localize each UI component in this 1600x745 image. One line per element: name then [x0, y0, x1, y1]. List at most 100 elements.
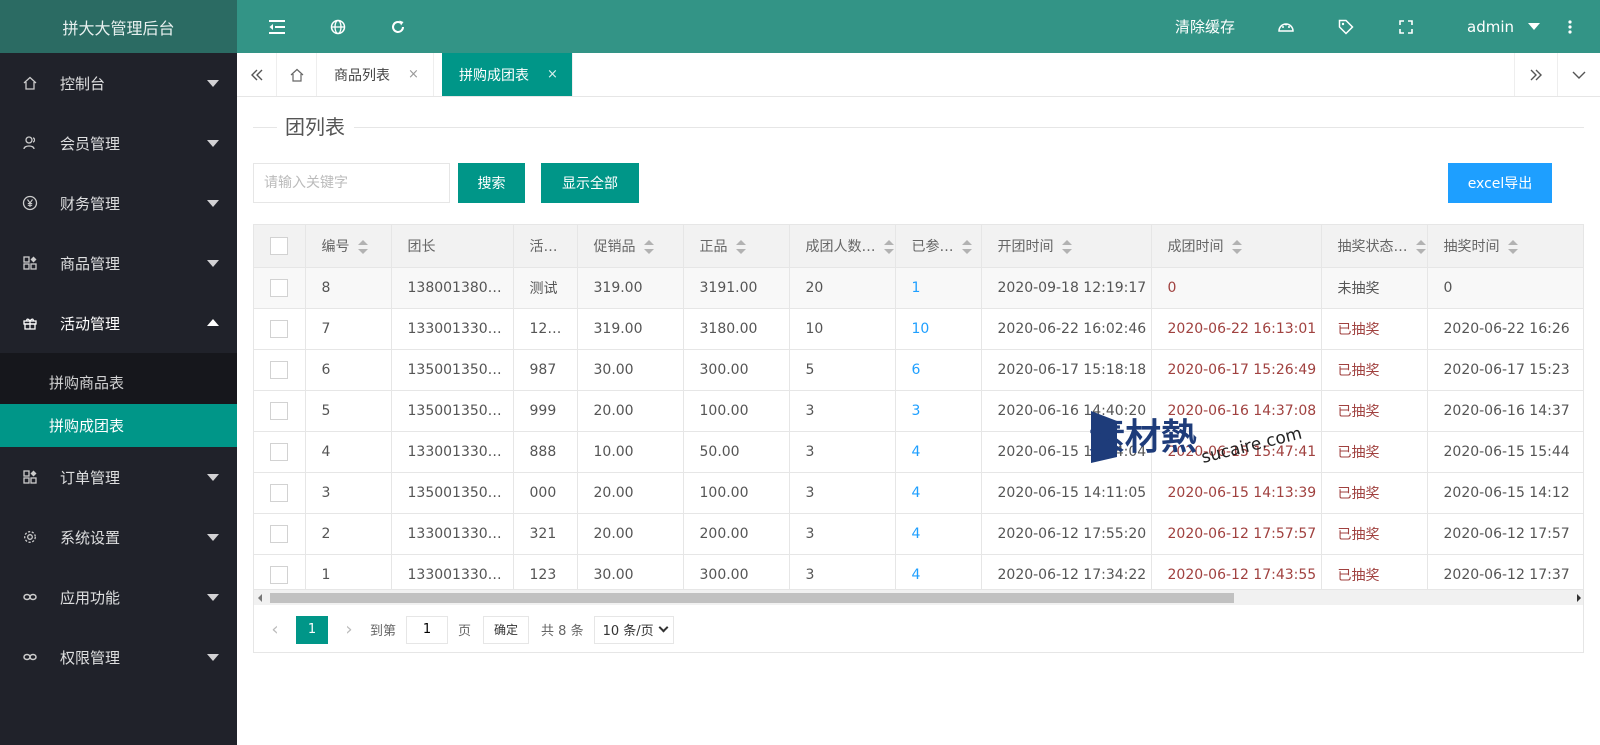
sidebar-item-permissions[interactable]: 权限管理 [0, 627, 237, 687]
table-cell: 3191.00 [683, 267, 790, 309]
home-tab-icon[interactable] [277, 53, 317, 96]
column-header[interactable]: 成团时间 [1151, 225, 1322, 268]
select-all-checkbox-cell[interactable] [254, 225, 306, 268]
table-cell: 20.00 [577, 513, 684, 555]
search-input[interactable] [253, 163, 450, 203]
sidebar-item-activities[interactable]: 活动管理 [0, 293, 237, 353]
checkbox[interactable] [270, 319, 288, 338]
checkbox[interactable] [270, 278, 288, 297]
goto-confirm-button[interactable]: 确定 [483, 615, 530, 644]
table-cell: 4 [895, 513, 982, 555]
page-size-select[interactable]: 10 条/页 [593, 615, 674, 644]
sort-icon[interactable] [1507, 239, 1518, 254]
close-icon[interactable]: × [408, 67, 419, 82]
sidebar-item-finance[interactable]: 财务管理 [0, 173, 237, 233]
fullscreen-icon[interactable] [1376, 0, 1436, 53]
checkbox[interactable] [270, 524, 288, 543]
column-header[interactable]: 开团时间 [981, 225, 1152, 268]
sort-icon[interactable] [643, 239, 654, 254]
sidebar-item-products[interactable]: 商品管理 [0, 233, 237, 293]
row-checkbox-cell[interactable] [254, 349, 306, 391]
sort-icon[interactable] [1231, 239, 1242, 254]
sort-icon[interactable] [1061, 239, 1072, 254]
sidebar-item-orders[interactable]: 订单管理 [0, 447, 237, 507]
sort-icon[interactable] [1415, 239, 1426, 254]
page-button-current[interactable]: 1 [296, 615, 328, 644]
sort-icon[interactable] [961, 239, 972, 254]
row-checkbox-cell[interactable] [254, 513, 306, 555]
checkbox[interactable] [270, 401, 288, 420]
submenu-item-group-formed[interactable]: 拼购成团表 [0, 404, 237, 447]
column-header[interactable]: 已参… [895, 225, 982, 268]
horizontal-scrollbar[interactable] [254, 589, 1583, 605]
tabs-scroll-left-icon[interactable] [237, 53, 277, 96]
close-icon[interactable]: × [547, 67, 558, 82]
row-checkbox-cell[interactable] [254, 431, 306, 473]
table-cell: 3 [789, 390, 896, 432]
tabs-scroll-right-icon[interactable] [1514, 53, 1558, 96]
table-cell: 3 [789, 431, 896, 473]
checkbox[interactable] [270, 442, 288, 461]
table-row[interactable]: 5 135001350… 999 20.00 100.00 3 3 2020-06-16 14… [254, 390, 1583, 432]
sidebar-item-dashboard[interactable]: 控制台 [0, 53, 237, 113]
column-header[interactable]: 正品 [683, 225, 790, 268]
table-cell: 135001350… [391, 349, 514, 391]
tab-label: 拼购成团表 [459, 67, 529, 84]
goto-page-input[interactable] [406, 615, 449, 644]
row-checkbox-cell[interactable] [254, 267, 306, 309]
menu-toggle-icon[interactable] [247, 0, 307, 53]
column-header[interactable]: 促销品 [577, 225, 684, 268]
sidebar-item-members[interactable]: 会员管理 [0, 113, 237, 173]
row-checkbox-cell[interactable] [254, 308, 306, 350]
column-header[interactable]: 抽奖时间 [1427, 225, 1583, 268]
table-cell: 2020-06-22 16:13:01 [1151, 308, 1322, 350]
refresh-icon[interactable] [368, 0, 428, 53]
clear-cache-button[interactable]: 清除缓存 [1175, 0, 1235, 53]
table-cell: 6 [895, 349, 982, 391]
scrollbar-thumb[interactable] [270, 593, 1234, 603]
app-logo[interactable]: 拼大大管理后台 [0, 0, 237, 53]
tab-product-list[interactable]: 商品列表 × [317, 53, 434, 96]
column-header[interactable]: 成团人数… [789, 225, 896, 268]
excel-export-button[interactable]: excel导出 [1448, 163, 1552, 203]
scroll-left-arrow-icon[interactable] [258, 594, 262, 602]
table-row[interactable]: 6 135001350… 987 30.00 300.00 5 6 2020-06-17 15… [254, 349, 1583, 391]
checkbox[interactable] [270, 236, 288, 255]
sort-icon[interactable] [735, 239, 746, 254]
row-checkbox-cell[interactable] [254, 390, 306, 432]
globe-icon[interactable] [308, 0, 368, 53]
sort-icon[interactable] [883, 239, 894, 254]
table-cell: 5 [305, 390, 392, 432]
table-row[interactable]: 2 133001330… 321 20.00 200.00 3 4 2020-06-12 17… [254, 513, 1583, 555]
show-all-button[interactable]: 显示全部 [541, 163, 639, 203]
sidebar-item-app-functions[interactable]: 应用功能 [0, 567, 237, 627]
table-cell: 已抽奖 [1321, 390, 1428, 432]
sort-icon[interactable] [357, 239, 368, 254]
tag-icon[interactable] [1316, 0, 1376, 53]
table-cell: 3 [305, 472, 392, 514]
column-header[interactable]: 抽奖状态… [1321, 225, 1428, 268]
table-cell: 000 [513, 472, 578, 514]
tabs-menu-chevron-down-icon[interactable] [1558, 53, 1600, 96]
table-row[interactable]: 3 135001350… 000 20.00 100.00 3 4 2020-06-15 14… [254, 472, 1583, 514]
checkbox[interactable] [270, 483, 288, 502]
table-row[interactable]: 8 138001380… 测试 319.00 3191.00 20 1 2020-09-18 … [254, 267, 1583, 309]
theme-icon[interactable] [1256, 0, 1316, 53]
user-menu[interactable]: admin [1467, 0, 1540, 53]
tab-group-formed[interactable]: 拼购成团表 × [442, 53, 573, 96]
submenu-item-group-products[interactable]: 拼购商品表 [0, 361, 237, 404]
search-button[interactable]: 搜索 [458, 163, 525, 203]
checkbox[interactable] [270, 360, 288, 379]
prev-page-icon[interactable]: ‹ [260, 619, 290, 640]
column-header[interactable]: 编号 [305, 225, 392, 268]
more-vertical-icon[interactable] [1540, 0, 1600, 53]
table-cell: 2020-06-16 14:37 [1427, 390, 1583, 432]
row-checkbox-cell[interactable] [254, 472, 306, 514]
checkbox[interactable] [270, 565, 288, 584]
caret-down-icon [1528, 23, 1540, 30]
table-row[interactable]: 7 133001330… 12… 319.00 3180.00 10 10 2020-06-2… [254, 308, 1583, 350]
sidebar-item-settings[interactable]: 系统设置 [0, 507, 237, 567]
next-page-icon[interactable]: › [334, 619, 364, 640]
scroll-right-arrow-icon[interactable] [1577, 594, 1581, 602]
table-row[interactable]: 4 133001330… 888 10.00 50.00 3 4 2020-06-15 15:… [254, 431, 1583, 473]
